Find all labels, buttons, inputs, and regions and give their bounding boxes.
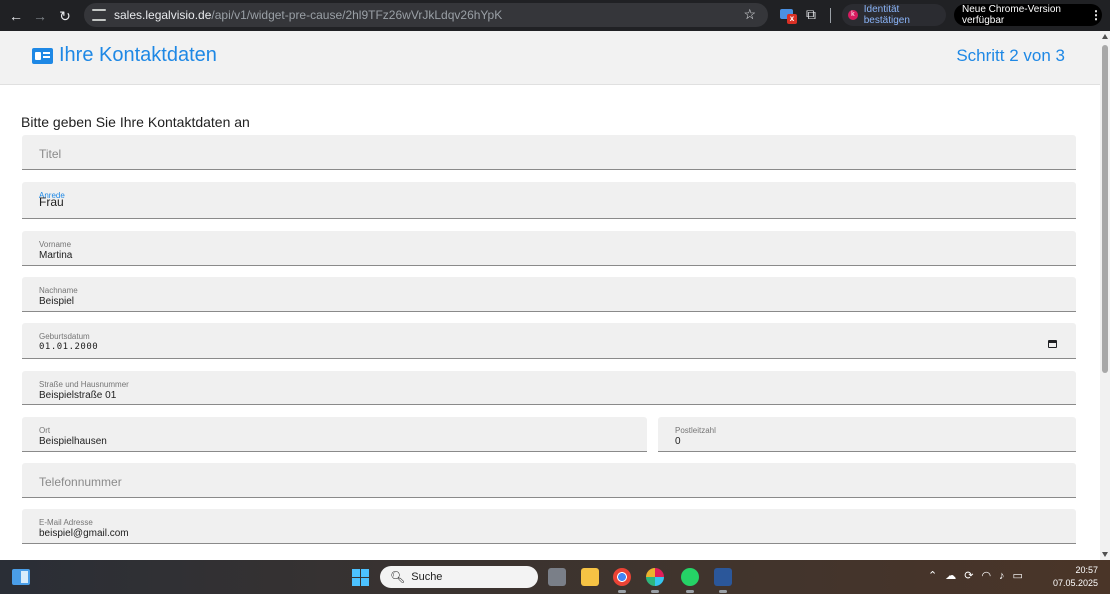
vorname-value: Martina: [39, 250, 73, 261]
email-label: E-Mail Adresse: [39, 518, 93, 527]
clock-time: 20:57: [1075, 565, 1098, 575]
contact-card-icon: [32, 47, 53, 64]
battery-icon[interactable]: ▭: [1013, 569, 1023, 582]
search-label: Suche: [411, 571, 443, 583]
ort-label: Ort: [39, 426, 51, 435]
url-host: sales.legalvisio.de: [114, 8, 212, 22]
extension-badge: x: [787, 14, 797, 24]
browser-toolbar: ← → ↻ sales.legalvisio.de/api/v1/widget-…: [0, 0, 1110, 31]
strasse-value: Beispielstraße 01: [39, 390, 117, 401]
page-title-text: Ihre Kontaktdaten: [59, 44, 217, 66]
more-menu-icon[interactable]: ⋮: [1090, 8, 1102, 22]
wifi-icon[interactable]: ◠: [981, 569, 991, 582]
widgets-icon[interactable]: [12, 569, 30, 585]
telefon-field[interactable]: Telefonnummer: [22, 463, 1076, 498]
clock-date: 07.05.2025: [1052, 578, 1098, 588]
anrede-value: Frau: [39, 195, 64, 209]
update-label: Neue Chrome-Version verfügbar: [962, 4, 1061, 26]
reload-icon[interactable]: ↻: [53, 4, 77, 28]
page-title: Ihre Kontaktdaten: [32, 44, 217, 67]
file-explorer-icon[interactable]: [581, 568, 599, 586]
email-value: beispiel@gmail.com: [39, 528, 129, 539]
ort-value: Beispielhausen: [39, 436, 107, 447]
step-indicator: Schritt 2 von 3: [956, 46, 1065, 65]
ort-field[interactable]: Ort Beispielhausen: [22, 417, 647, 452]
identity-button[interactable]: k Identität bestätigen: [842, 4, 946, 26]
windows-taskbar: 🔍︎ Suche ⌃ ☁ ⟳ ◠ ♪ ▭ 20:57 07.05.2025: [0, 560, 1110, 594]
system-tray: ⌃ ☁ ⟳ ◠ ♪ ▭: [928, 569, 1023, 583]
whatsapp-icon[interactable]: [681, 568, 699, 593]
cloud-icon[interactable]: ☁: [945, 569, 956, 582]
sync-icon[interactable]: ⟳: [964, 569, 973, 582]
volume-icon[interactable]: ♪: [999, 570, 1005, 582]
email-field[interactable]: E-Mail Adresse beispiel@gmail.com: [22, 509, 1076, 544]
geburtsdatum-field[interactable]: Geburtsdatum 01.01.2000: [22, 323, 1076, 359]
form-intro: Bitte geben Sie Ihre Kontaktdaten an: [21, 114, 250, 130]
address-bar[interactable]: sales.legalvisio.de/api/v1/widget-pre-ca…: [84, 3, 768, 27]
geburtsdatum-value: 01.01.2000: [39, 342, 99, 352]
search-icon: 🔍︎: [390, 570, 406, 584]
url-path: /api/v1/widget-pre-cause/2hl9TFz26wVrJkL…: [211, 8, 503, 22]
page-header: Ihre Kontaktdaten Schritt 2 von 3: [0, 31, 1100, 85]
page-scrollbar[interactable]: [1100, 31, 1110, 560]
back-arrow-icon[interactable]: ←: [4, 4, 28, 28]
bookmark-star-icon[interactable]: ☆: [743, 6, 756, 23]
geburtsdatum-label: Geburtsdatum: [39, 332, 90, 341]
chevron-up-icon[interactable]: ⌃: [928, 569, 937, 582]
site-settings-icon[interactable]: [92, 9, 106, 21]
taskbar-clock[interactable]: 20:57 07.05.2025: [1053, 564, 1098, 590]
page-content: Ihre Kontaktdaten Schritt 2 von 3 Bitte …: [0, 31, 1100, 560]
anrede-select[interactable]: Anrede Frau: [22, 182, 1076, 219]
scrollbar-thumb[interactable]: [1102, 45, 1108, 373]
titel-field[interactable]: Titel: [22, 135, 1076, 170]
word-icon[interactable]: [714, 568, 732, 593]
toolbar-divider: [830, 8, 831, 23]
strasse-label: Straße und Hausnummer: [39, 380, 129, 389]
profile-avatar: k: [848, 10, 858, 20]
taskbar-search-box[interactable]: 🔍︎ Suche: [380, 566, 538, 588]
vorname-field[interactable]: Vorname Martina: [22, 231, 1076, 266]
scroll-up-arrow-icon[interactable]: [1102, 34, 1108, 39]
telefon-placeholder: Telefonnummer: [39, 475, 122, 489]
nachname-field[interactable]: Nachname Beispiel: [22, 277, 1076, 312]
slack-icon[interactable]: [646, 568, 664, 593]
vorname-label: Vorname: [39, 240, 72, 249]
postleitzahl-value: 0: [675, 436, 681, 447]
postleitzahl-label: Postleitzahl: [675, 426, 716, 435]
extensions-puzzle-icon[interactable]: ⧉: [806, 6, 816, 23]
windows-start-icon[interactable]: [352, 569, 369, 586]
strasse-field[interactable]: Straße und Hausnummer Beispielstraße 01: [22, 371, 1076, 405]
calendar-icon[interactable]: [1048, 340, 1057, 348]
chrome-update-button[interactable]: Neue Chrome-Version verfügbar ⋮: [954, 4, 1102, 26]
extension-icon[interactable]: x: [780, 7, 797, 24]
forward-arrow-icon[interactable]: →: [28, 4, 52, 28]
identity-label: Identität bestätigen: [863, 4, 910, 26]
nachname-value: Beispiel: [39, 296, 75, 307]
task-view-icon[interactable]: [548, 568, 566, 586]
chrome-icon[interactable]: [613, 568, 631, 593]
titel-placeholder: Titel: [39, 147, 62, 161]
postleitzahl-field[interactable]: Postleitzahl 0: [658, 417, 1076, 452]
nachname-label: Nachname: [39, 286, 78, 295]
scroll-down-arrow-icon[interactable]: [1102, 552, 1108, 557]
